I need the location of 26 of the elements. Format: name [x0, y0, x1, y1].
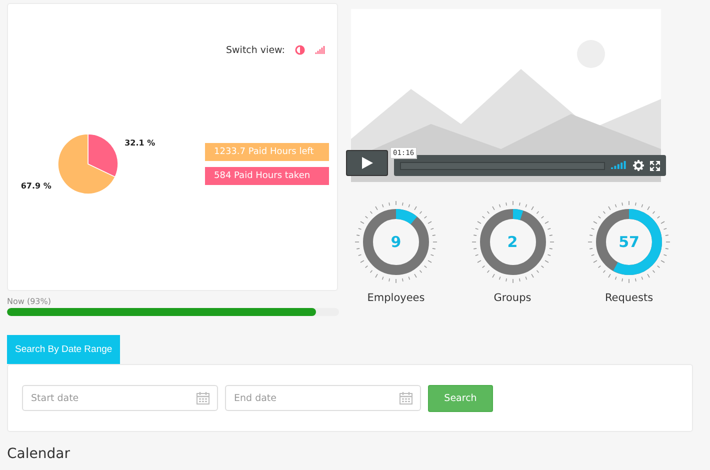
play-icon	[360, 156, 374, 170]
legend-item: 1233.7 Paid Hours left	[204, 142, 330, 162]
settings-icon[interactable]	[633, 160, 644, 171]
gauge-value: 2	[506, 232, 519, 253]
gauge-value: 57	[618, 232, 640, 253]
play-button[interactable]	[346, 150, 388, 176]
fullscreen-icon[interactable]	[650, 160, 660, 170]
slice-label: 32.1 %	[124, 138, 156, 148]
section-heading: Calendar	[7, 446, 71, 462]
search-tab[interactable]: Search By Date Range	[7, 335, 120, 364]
bar-view-icon[interactable]	[315, 46, 325, 54]
pie-view-icon[interactable]	[295, 45, 305, 55]
gauge-label: Employees	[367, 292, 425, 304]
calendar-icon	[196, 391, 210, 405]
progress-label: Now (93%)	[7, 297, 52, 306]
legend-item: 584 Paid Hours taken	[204, 166, 330, 186]
slice-label: 67.9 %	[20, 181, 52, 190]
date-field[interactable]: Start date	[22, 385, 218, 411]
volume-icon[interactable]	[611, 161, 627, 170]
gauge-label: Groups	[494, 292, 532, 304]
date-field[interactable]: End date	[225, 385, 421, 411]
gauge-value: 9	[390, 232, 402, 253]
switch-view-label: Switch view:	[226, 44, 285, 56]
gauge-label: Requests	[604, 292, 654, 304]
calendar-icon	[399, 391, 413, 405]
search-button[interactable]: Search	[428, 385, 493, 412]
